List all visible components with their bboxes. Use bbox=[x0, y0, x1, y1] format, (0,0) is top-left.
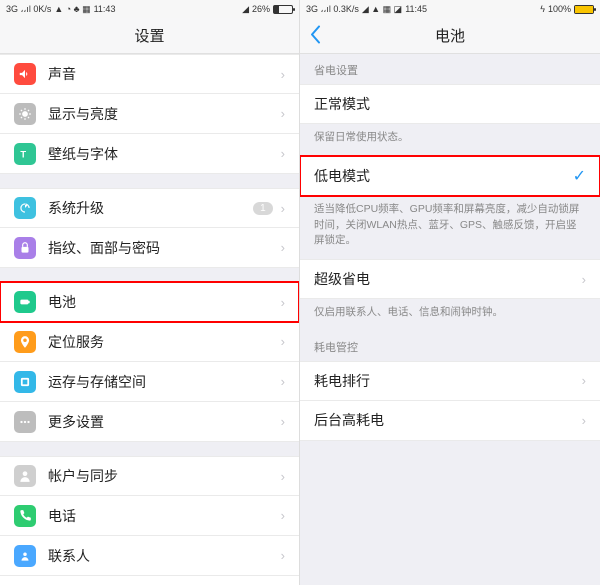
row-label: 联系人 bbox=[48, 546, 281, 566]
status-left: 3G ،،ıl 0K/s ▲ ◔ ♣ ▦ 11:43 bbox=[6, 4, 115, 15]
status-time: 11:45 bbox=[405, 4, 427, 14]
back-button[interactable] bbox=[310, 25, 321, 46]
storage-icon bbox=[14, 371, 36, 393]
chevron-right-icon: › bbox=[281, 67, 285, 82]
settings-row-account[interactable]: 帐户与同步› bbox=[0, 456, 299, 496]
location-icon bbox=[14, 331, 36, 353]
chevron-right-icon: › bbox=[281, 414, 285, 429]
row-label: 耗电排行 bbox=[314, 371, 582, 391]
signal-text: 3G ،،ıl 0K/s bbox=[6, 4, 51, 15]
chevron-right-icon: › bbox=[281, 508, 285, 523]
check-icon: ✓ bbox=[573, 166, 586, 186]
status-icons: ◢ ▲ ▦ ◪ bbox=[362, 4, 402, 15]
row-label: 后台高耗电 bbox=[314, 410, 582, 430]
status-left: 3G ،،ıl 0.3K/s ◢ ▲ ▦ ◪ 11:45 bbox=[306, 4, 427, 15]
settings-row-messages[interactable]: 信息› bbox=[0, 576, 299, 585]
sound-icon bbox=[14, 63, 36, 85]
chevron-right-icon: › bbox=[281, 334, 285, 349]
nav-bar-left: 设置 bbox=[0, 18, 299, 54]
wallpaper-icon: T bbox=[14, 143, 36, 165]
chevron-right-icon: › bbox=[281, 201, 285, 216]
battery-pct: 26% bbox=[252, 4, 270, 14]
account-icon bbox=[14, 465, 36, 487]
signal-text: 3G ،،ıl 0.3K/s bbox=[306, 4, 359, 15]
chevron-right-icon: › bbox=[281, 240, 285, 255]
row-label: 电池 bbox=[48, 292, 281, 312]
more-icon bbox=[14, 411, 36, 433]
settings-row-contacts[interactable]: 联系人› bbox=[0, 536, 299, 576]
row-label: 更多设置 bbox=[48, 412, 281, 432]
chevron-left-icon bbox=[310, 25, 321, 43]
battery-screen: 3G ،،ıl 0.3K/s ◢ ▲ ▦ ◪ 11:45 ϟ 100% 电池 省… bbox=[300, 0, 600, 585]
row-label: 壁纸与字体 bbox=[48, 144, 281, 164]
nav-bar-right: 电池 bbox=[300, 18, 600, 54]
chevron-right-icon: › bbox=[582, 413, 586, 428]
page-title: 设置 bbox=[134, 25, 164, 46]
row-label: 运存与存储空间 bbox=[48, 372, 281, 392]
settings-row-wallpaper[interactable]: T 壁纸与字体› bbox=[0, 134, 299, 174]
section-power-saving: 省电设置 bbox=[300, 54, 600, 84]
row-label: 声音 bbox=[48, 64, 281, 84]
charging-icon: ϟ bbox=[540, 4, 545, 14]
background-power-row[interactable]: 后台高耗电 › bbox=[300, 401, 600, 441]
row-label: 系统升级 bbox=[48, 198, 253, 218]
settings-row-sound[interactable]: 声音› bbox=[0, 54, 299, 94]
super-saver-desc: 仅启用联系人、电话、信息和闹钟时钟。 bbox=[300, 299, 600, 331]
settings-row-display[interactable]: 显示与亮度› bbox=[0, 94, 299, 134]
battery-content[interactable]: 省电设置 正常模式 保留日常使用状态。 低电模式 ✓ 适当降低CPU频率、GPU… bbox=[300, 54, 600, 585]
status-bar-left: 3G ،،ıl 0K/s ▲ ◔ ♣ ▦ 11:43 ◢ 26% bbox=[0, 0, 299, 18]
normal-mode-row[interactable]: 正常模式 bbox=[300, 84, 600, 124]
chevron-right-icon: › bbox=[281, 469, 285, 484]
settings-row-storage[interactable]: 运存与存储空间› bbox=[0, 362, 299, 402]
row-label: 低电模式 bbox=[314, 166, 573, 186]
settings-screen: 3G ،،ıl 0K/s ▲ ◔ ♣ ▦ 11:43 ◢ 26% 设置 声音›显… bbox=[0, 0, 300, 585]
low-power-mode-desc: 适当降低CPU频率、GPU频率和屏幕亮度，减少自动锁屏时间，关闭WLAN热点、蓝… bbox=[300, 196, 600, 259]
row-label: 电话 bbox=[48, 506, 281, 526]
super-saver-row[interactable]: 超级省电 › bbox=[300, 259, 600, 299]
battery-pct: 100% bbox=[548, 4, 571, 14]
row-label: 正常模式 bbox=[314, 94, 586, 114]
row-label: 定位服务 bbox=[48, 332, 281, 352]
row-label: 指纹、面部与密码 bbox=[48, 238, 281, 258]
update-icon bbox=[14, 197, 36, 219]
chevron-right-icon: › bbox=[582, 373, 586, 388]
chevron-right-icon: › bbox=[582, 272, 586, 287]
status-time: 11:43 bbox=[94, 4, 116, 14]
contacts-icon bbox=[14, 545, 36, 567]
display-icon bbox=[14, 103, 36, 125]
row-label: 超级省电 bbox=[314, 269, 582, 289]
row-label: 显示与亮度 bbox=[48, 104, 281, 124]
page-title: 电池 bbox=[435, 25, 465, 46]
settings-row-update[interactable]: 系统升级1 › bbox=[0, 188, 299, 228]
power-ranking-row[interactable]: 耗电排行 › bbox=[300, 361, 600, 401]
settings-row-location[interactable]: 定位服务› bbox=[0, 322, 299, 362]
chevron-right-icon: › bbox=[281, 548, 285, 563]
settings-row-more[interactable]: 更多设置› bbox=[0, 402, 299, 442]
battery-icon bbox=[273, 5, 293, 14]
status-right: ϟ 100% bbox=[540, 4, 594, 14]
phone-icon bbox=[14, 505, 36, 527]
chevron-right-icon: › bbox=[281, 374, 285, 389]
low-power-mode-row[interactable]: 低电模式 ✓ bbox=[300, 156, 600, 196]
status-bar-right: 3G ،،ıl 0.3K/s ◢ ▲ ▦ ◪ 11:45 ϟ 100% bbox=[300, 0, 600, 18]
normal-mode-desc: 保留日常使用状态。 bbox=[300, 124, 600, 156]
settings-row-security[interactable]: 指纹、面部与密码› bbox=[0, 228, 299, 268]
security-icon bbox=[14, 237, 36, 259]
chevron-right-icon: › bbox=[281, 146, 285, 161]
battery-icon bbox=[574, 5, 594, 14]
settings-list[interactable]: 声音›显示与亮度›T壁纸与字体›系统升级1›指纹、面部与密码›电池›定位服务›运… bbox=[0, 54, 299, 585]
row-label: 帐户与同步 bbox=[48, 466, 281, 486]
chevron-right-icon: › bbox=[281, 106, 285, 121]
battery-icon bbox=[14, 291, 36, 313]
status-right: ◢ 26% bbox=[242, 4, 293, 15]
wifi-icon: ◢ bbox=[242, 4, 249, 15]
settings-row-battery[interactable]: 电池› bbox=[0, 282, 299, 322]
status-icons: ▲ ◔ ♣ ▦ bbox=[54, 4, 90, 15]
section-consumption: 耗电管控 bbox=[300, 331, 600, 361]
chevron-right-icon: › bbox=[281, 295, 285, 310]
settings-row-phone[interactable]: 电话› bbox=[0, 496, 299, 536]
badge: 1 bbox=[253, 202, 273, 215]
svg-text:T: T bbox=[20, 149, 26, 159]
